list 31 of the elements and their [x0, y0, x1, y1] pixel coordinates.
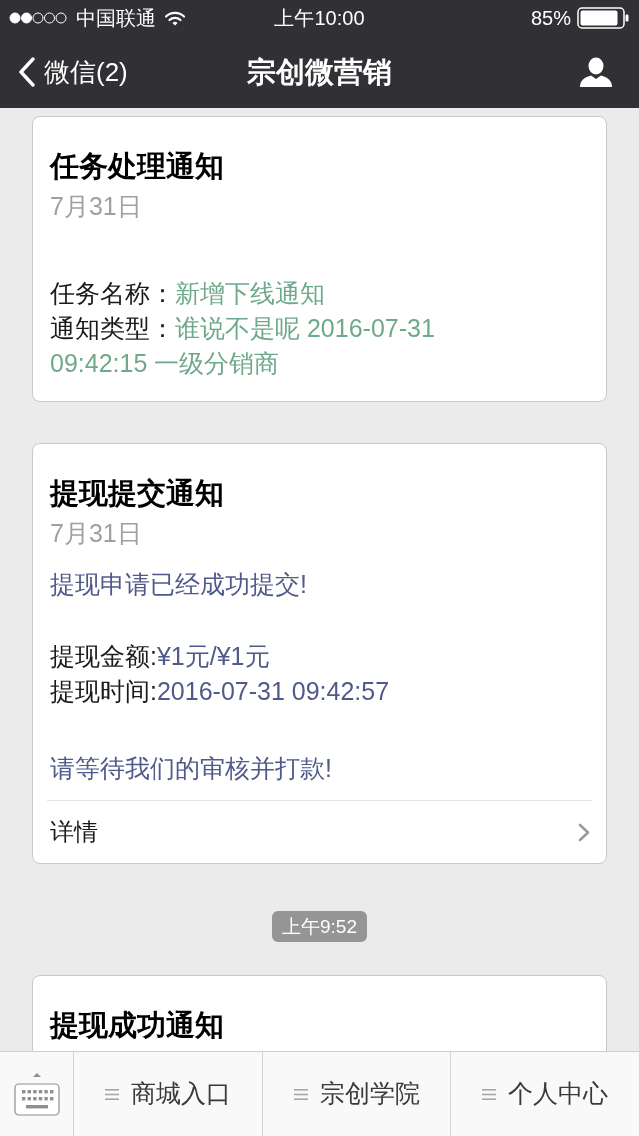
timestamp-label: 上午9:52 — [272, 911, 367, 942]
menu-item[interactable]: 个人中心 — [451, 1052, 639, 1136]
menu-item[interactable]: 商城入口 — [74, 1052, 263, 1136]
field-line: 提现时间:2016-07-31 09:42:57 — [50, 676, 391, 707]
details-link[interactable]: 详情 — [47, 801, 592, 863]
battery-icon — [577, 7, 629, 29]
status-time: 上午10:00 — [274, 6, 365, 30]
card-title: 提现成功通知 — [50, 1008, 225, 1043]
card-title: 提现提交通知 — [50, 476, 225, 511]
wifi-icon — [165, 10, 185, 26]
card-date: 7月31日 — [50, 191, 143, 222]
person-icon[interactable] — [580, 57, 612, 87]
field-line: 任务名称：新增下线通知 — [50, 278, 326, 309]
signal-strength-icon — [9, 12, 67, 24]
field-line: 提现金额:¥1元/¥1元 — [50, 641, 271, 672]
chevron-right-icon — [578, 822, 590, 842]
menu-lines-icon — [104, 1088, 119, 1100]
menu-lines-icon — [482, 1088, 497, 1100]
page-title: 宗创微营销 — [247, 55, 392, 90]
chevron-left-icon — [18, 57, 35, 87]
menu-lines-icon — [293, 1088, 308, 1100]
card-date: 7月31日 — [50, 518, 143, 549]
battery-percent: 85% — [530, 6, 571, 30]
field-line: 通知类型：谁说不是呢 2016-07-31 09:42:15 一级分销商 — [50, 313, 436, 379]
back-button[interactable]: 微信(2) — [18, 56, 128, 88]
keyboard-icon — [13, 1072, 60, 1116]
menu-item[interactable]: 宗创学院 — [262, 1052, 452, 1136]
carrier-name: 中国联通 — [76, 6, 156, 30]
intro-text: 提现申请已经成功提交! — [50, 569, 308, 600]
card-title: 任务处理通知 — [50, 149, 225, 184]
remark-text: 请等待我们的审核并打款! — [50, 753, 333, 784]
